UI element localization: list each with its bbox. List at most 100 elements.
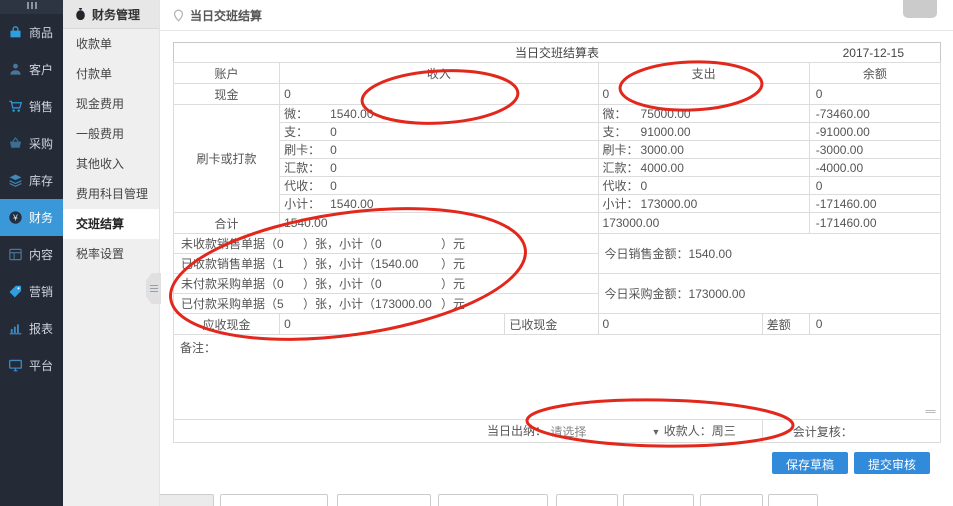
submenu-header: 财务管理: [63, 0, 159, 29]
submit-review-button[interactable]: 提交审核: [854, 452, 931, 474]
sidebar-item-platform[interactable]: 平台: [0, 347, 63, 384]
balance-value: -73460.00: [808, 104, 942, 123]
submenu-collapse-handle[interactable]: [146, 273, 161, 304]
sidebar-item-label: 库存: [29, 174, 54, 188]
sidebar-item-inventory[interactable]: 库存: [0, 162, 63, 199]
sidebar-item-reports[interactable]: 报表: [0, 310, 63, 347]
resize-handle-icon[interactable]: [925, 409, 937, 416]
sidebar-item-content[interactable]: 内容: [0, 236, 63, 273]
sheet-title: 当日交班结算表: [514, 46, 599, 60]
total-expense-value: 173000.00: [597, 212, 810, 234]
today-sales-amount: 今日销售金额：1540.00: [597, 233, 942, 274]
hamburger-icon: [149, 285, 158, 292]
cash-balance-value: 0: [808, 83, 942, 105]
sidebar-item-label: 商品: [29, 26, 54, 40]
sidebar-item-label: 平台: [29, 359, 54, 373]
remarks-textarea[interactable]: 备注：: [173, 334, 941, 420]
expense-sub-row: 小计： 173000.00: [597, 194, 810, 213]
clipped-bottom-button[interactable]: [623, 494, 694, 506]
income-sub-row: 刷卡： 0: [279, 140, 599, 159]
cashier-select[interactable]: 请选择 ▼: [550, 423, 660, 440]
submenu-item-payments[interactable]: 付款单: [63, 59, 159, 89]
chevron-down-icon: ▼: [651, 426, 661, 437]
doc-row-unpaid-sales: 未收款销售单据（0 ）张，小计（0 ）元: [173, 233, 599, 254]
expense-sub-row: 支： 91000.00: [597, 122, 810, 141]
expense-sub-row: 代收： 0: [597, 176, 810, 195]
sheet-date: 2017-12-15: [842, 46, 904, 60]
settlement-sheet: 当日交班结算表 2017-12-15 账户 收入 支出 余额 现金 0 0 0 …: [172, 42, 942, 443]
sidebar-item-customers[interactable]: 客户: [0, 51, 63, 88]
clipped-bottom-button[interactable]: [700, 494, 763, 506]
grid-icon: [9, 248, 22, 261]
payee-label: 收款人：周三: [663, 423, 736, 438]
expense-sub-row: 汇款： 4000.00: [597, 158, 810, 177]
submenu-item-other-income[interactable]: 其他收入: [63, 149, 159, 179]
expense-sub-row: 刷卡： 3000.00: [597, 140, 810, 159]
balance-value: -3000.00: [808, 140, 942, 159]
balance-value: -171460.00: [808, 194, 942, 213]
cashier-label: 当日出纳：: [487, 423, 548, 438]
primary-sidebar: 商品 客户 销售 采购 库存 ¥ 财务 内容 营销 报表 平台: [0, 0, 63, 506]
clipped-bottom-button[interactable]: [220, 494, 328, 506]
submenu-item-tax-settings[interactable]: 税率设置: [63, 239, 159, 269]
balance-value: -4000.00: [808, 158, 942, 177]
sidebar-item-sales[interactable]: 销售: [0, 88, 63, 125]
tag-icon: [9, 285, 22, 298]
sidebar-item-label: 采购: [29, 137, 54, 151]
footer-actions: 保存草稿 提交审核: [772, 452, 931, 474]
submenu-item-cash-expense[interactable]: 现金费用: [63, 89, 159, 119]
money-bag-icon: [76, 7, 85, 21]
income-sub-row: 小计： 1540.00: [279, 194, 599, 213]
sheet-title-row: 当日交班结算表 2017-12-15: [174, 43, 941, 63]
sidebar-item-products[interactable]: 商品: [0, 14, 63, 51]
sidebar-collapse-button[interactable]: [0, 0, 63, 14]
yen-circle-icon: ¥: [9, 211, 22, 224]
sidebar-item-label: 营销: [29, 285, 54, 299]
cash-income-value: 0: [279, 83, 599, 105]
clipped-bottom-button[interactable]: [556, 494, 618, 506]
sidebar-item-label: 报表: [29, 322, 54, 336]
clipped-bottom-button[interactable]: [768, 494, 818, 506]
receivable-cash-label: 应收现金: [172, 313, 281, 335]
cart-icon: [9, 100, 23, 112]
sidebar-item-label: 销售: [29, 100, 54, 114]
income-sub-row: 支： 0: [279, 122, 599, 141]
layers-icon: [9, 174, 22, 187]
cash-row-label: 现金: [172, 83, 281, 105]
sidebar-item-purchasing[interactable]: 采购: [0, 125, 63, 162]
col-header-account: 账户: [172, 62, 281, 84]
submenu-item-expense-categories[interactable]: 费用科目管理: [63, 179, 159, 209]
clipped-bottom-button[interactable]: [337, 494, 431, 506]
save-draft-button[interactable]: 保存草稿: [772, 452, 849, 474]
doc-row-paid-purchase: 已付款采购单据（5 ）张，小计（173000.00 ）元: [173, 293, 599, 314]
sidebar-item-label: 客户: [29, 63, 54, 77]
total-income-value: 1540.00: [279, 212, 599, 234]
submenu-item-receipts[interactable]: 收款单: [63, 29, 159, 59]
sidebar-item-label: 财务: [29, 211, 54, 225]
remarks-label: 备注：: [180, 341, 217, 355]
breadcrumb-label: 当日交班结算: [190, 8, 263, 23]
received-cash-label: 已收现金: [504, 313, 599, 335]
person-icon: [10, 63, 21, 75]
clipped-bottom-button[interactable]: [438, 494, 548, 506]
card-transfer-group-label: 刷卡或打款: [172, 104, 281, 213]
bar-chart-icon: [9, 324, 22, 335]
expense-sub-row: 微： 75000.00: [597, 104, 810, 123]
breadcrumb: 当日交班结算: [160, 0, 953, 31]
accountant-review-label: 会计复核：: [761, 419, 942, 443]
basket-icon: [9, 136, 22, 148]
col-header-income: 收入: [279, 62, 599, 84]
cashier-row: 当日出纳： 请选择 ▼ 收款人：周三: [173, 419, 763, 443]
difference-label: 差额: [761, 313, 810, 335]
col-header-balance: 余额: [808, 62, 942, 84]
sidebar-item-marketing[interactable]: 营销: [0, 273, 63, 310]
cash-expense-value: 0: [597, 83, 810, 105]
balance-value: -91000.00: [808, 122, 942, 141]
monitor-icon: [9, 359, 22, 372]
menu-bars-icon: [26, 2, 37, 9]
col-header-expense: 支出: [597, 62, 810, 84]
doc-row-paid-sales: 已收款销售单据（1 ）张，小计（1540.00 ）元: [173, 253, 599, 274]
submenu-item-general-expense[interactable]: 一般费用: [63, 119, 159, 149]
submenu-item-shift-settlement[interactable]: 交班结算: [63, 209, 159, 239]
sidebar-item-finance[interactable]: ¥ 财务: [0, 199, 63, 236]
